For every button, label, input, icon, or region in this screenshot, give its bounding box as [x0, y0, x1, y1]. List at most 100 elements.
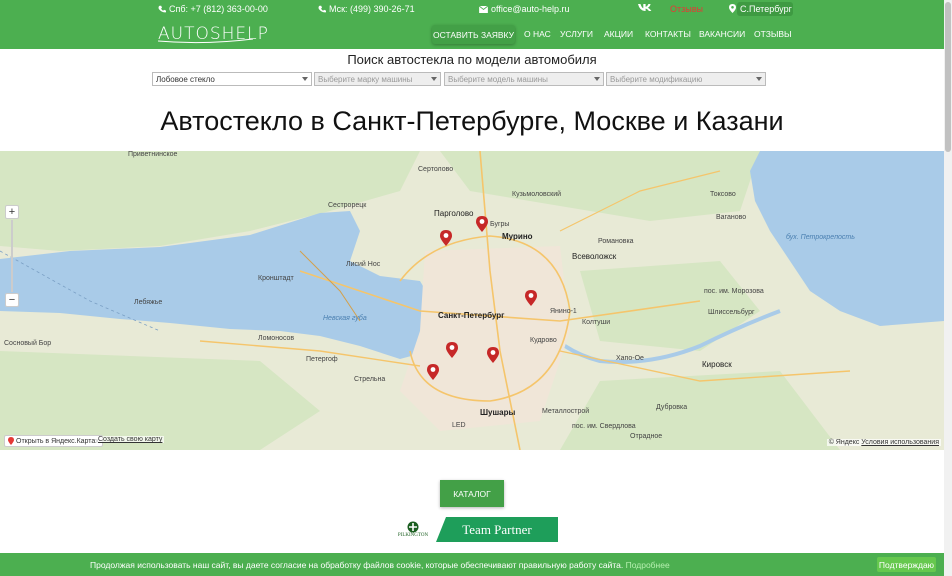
city-select[interactable]: С.Петербург: [737, 2, 793, 16]
map-label: Петергоф: [306, 356, 338, 363]
reviews-link[interactable]: Отзывы: [670, 4, 703, 14]
location-marker-icon[interactable]: [487, 347, 499, 363]
copyright-text: © Яндекс: [828, 439, 860, 446]
modification-select[interactable]: Выберите модификацию: [606, 72, 766, 86]
team-partner-label: Team Partner: [436, 517, 558, 542]
map-label: Кронштадт: [258, 275, 294, 282]
create-own-map-link[interactable]: Создать свою карту: [96, 436, 165, 443]
glass-type-select[interactable]: Лобовое стекло: [152, 72, 312, 86]
location-marker-icon[interactable]: [476, 216, 488, 232]
map-label: Металлострой: [542, 408, 590, 415]
map-label: Янино-1: [550, 308, 577, 315]
cookie-text: Продолжая использовать наш сайт, вы дает…: [90, 560, 670, 570]
phone-spb[interactable]: Спб: +7 (812) 363-00-00: [158, 4, 268, 14]
nav-item-contacts[interactable]: КОНТАКТЫ: [645, 29, 691, 39]
order-request-button[interactable]: ОСТАВИТЬ ЗАЯВКУ: [432, 25, 515, 44]
map-label: Санкт-Петербург: [438, 311, 505, 320]
map-label: бух. Петрокрепость: [786, 234, 855, 241]
map-label: Дубровка: [656, 404, 688, 411]
page-scrollbar[interactable]: [944, 0, 952, 576]
chevron-down-icon: [756, 77, 762, 81]
map-label: Хапо-Ое: [616, 355, 644, 362]
map-label: Всеволожск: [572, 252, 617, 261]
nav-item-services[interactable]: УСЛУГИ: [560, 29, 593, 39]
phone-msk-text: Мск: (499) 390-26-71: [329, 4, 415, 14]
location-pin-icon: [729, 4, 736, 13]
logo-swoosh-icon: [158, 38, 253, 44]
map-label: Бугры: [490, 221, 510, 228]
zoom-in-button[interactable]: +: [5, 205, 19, 219]
site-logo[interactable]: AUTOSHELP: [158, 24, 268, 44]
cookie-more-link[interactable]: Подробнее: [626, 560, 670, 570]
email-link[interactable]: office@auto-help.ru: [479, 4, 570, 14]
map-label: Приветнинское: [128, 151, 178, 158]
hero-title: Автостекло в Санкт-Петербурге, Москве и …: [160, 106, 784, 136]
map-label: Кировск: [702, 360, 732, 369]
pilkington-emblem-icon: [407, 521, 419, 533]
chevron-down-icon: [431, 77, 437, 81]
envelope-icon: [479, 5, 488, 13]
phone-spb-text: Спб: +7 (812) 363-00-00: [169, 4, 268, 14]
top-contact-bar: Спб: +7 (812) 363-00-00 Мск: (499) 390-2…: [0, 0, 944, 18]
pilkington-brand: PILKINGTON: [397, 533, 429, 538]
map-label: пос. им. Морозова: [704, 288, 764, 295]
map-label: Кудрово: [530, 337, 557, 344]
vk-link[interactable]: [638, 3, 652, 12]
cookie-message: Продолжая использовать наш сайт, вы дает…: [90, 560, 624, 570]
map-label: Романовка: [598, 238, 634, 245]
map-label: Колтуши: [582, 319, 611, 326]
map-label: Ваганово: [716, 214, 747, 221]
map-label: Токсово: [710, 191, 736, 198]
map-label: Стрельна: [354, 376, 386, 383]
location-marker-icon[interactable]: [427, 364, 439, 380]
nav-item-about[interactable]: О НАС: [524, 29, 551, 39]
pilkington-logo: PILKINGTON: [390, 517, 436, 542]
zoom-out-button[interactable]: −: [5, 293, 19, 307]
yandex-pin-icon: [8, 437, 14, 445]
map-label: Лисий Нос: [346, 261, 381, 268]
cookie-accept-button[interactable]: Подтверждаю: [877, 557, 936, 572]
car-brand-select[interactable]: Выберите марку машины: [314, 72, 441, 86]
car-brand-placeholder: Выберите марку машины: [318, 74, 413, 84]
terms-link[interactable]: Условия использования: [861, 439, 939, 446]
vk-icon: [638, 4, 652, 11]
city-select-value: С.Петербург: [740, 4, 792, 14]
map-label: пос. им. Свердлова: [572, 423, 636, 430]
map-label: Мурино: [502, 232, 533, 241]
scrollbar-thumb[interactable]: [945, 2, 951, 152]
nav-item-reviews[interactable]: ОТЗЫВЫ: [754, 29, 792, 39]
nav-item-vacancies[interactable]: ВАКАНСИИ: [699, 29, 745, 39]
map-label: Парголово: [434, 209, 474, 218]
map-label: Сертолово: [418, 166, 454, 173]
glass-type-value: Лобовое стекло: [156, 74, 215, 84]
nav-item-promotions[interactable]: АКЦИИ: [604, 29, 633, 39]
team-partner-text: Team Partner: [462, 521, 532, 537]
open-in-yandex-link[interactable]: Открыть в Яндекс.Картах: [4, 435, 103, 447]
email-text: office@auto-help.ru: [491, 4, 570, 14]
map-label: Сосновый Бор: [4, 340, 52, 347]
open-in-yandex-text: Открыть в Яндекс.Картах: [16, 437, 99, 445]
yandex-map[interactable]: Приветнинское Сертолово Кузьмоловский Се…: [0, 151, 944, 450]
catalog-button[interactable]: КАТАЛОГ: [440, 480, 504, 507]
map-label: Сестрорецк: [328, 202, 367, 209]
cookie-consent-bar: Продолжая использовать наш сайт, вы дает…: [0, 553, 944, 576]
zoom-slider-track[interactable]: [11, 220, 13, 292]
car-model-select[interactable]: Выберите модель машины: [444, 72, 604, 86]
map-label: Ломоносов: [258, 335, 295, 342]
pilkington-team-partner-banner: PILKINGTON Team Partner: [390, 517, 558, 542]
chevron-down-icon: [302, 77, 308, 81]
phone-icon: [318, 5, 326, 13]
map-label: Лебяжье: [134, 299, 163, 306]
map-label: Кузьмоловский: [512, 191, 562, 198]
modification-placeholder: Выберите модификацию: [610, 74, 703, 84]
car-model-placeholder: Выберите модель машины: [448, 74, 548, 84]
map-copyright: © Яндекс Условия использования: [826, 439, 941, 446]
map-label: Невская губа: [323, 315, 367, 322]
phone-msk[interactable]: Мск: (499) 390-26-71: [318, 4, 415, 14]
search-title: Поиск автостекла по модели автомобиля: [347, 52, 597, 67]
phone-icon: [158, 5, 166, 13]
location-marker-icon[interactable]: [525, 290, 537, 306]
location-marker-icon[interactable]: [446, 342, 458, 358]
location-marker-icon[interactable]: [440, 230, 452, 246]
chevron-down-icon: [594, 77, 600, 81]
